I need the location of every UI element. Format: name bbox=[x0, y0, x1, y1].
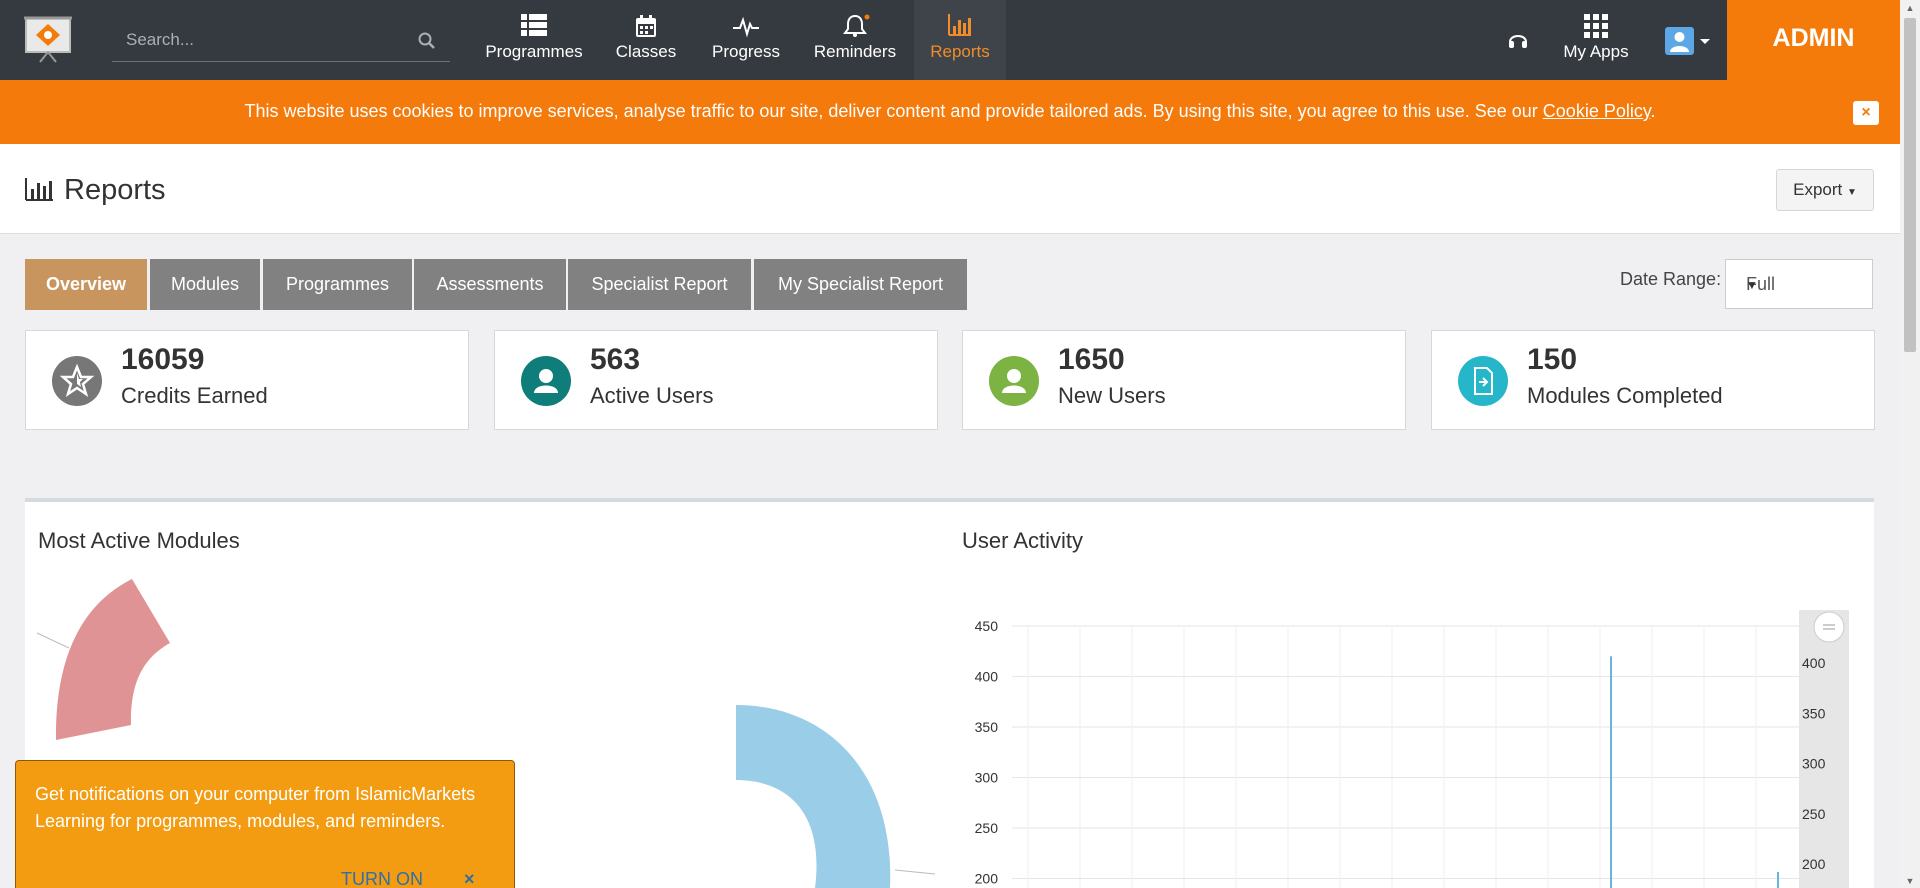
cookie-end: . bbox=[1650, 101, 1656, 121]
user-activity-chart: 450 400 350 300 250 200 400 350 300 250 200 bbox=[975, 610, 1849, 888]
export-button[interactable]: Export ▼ bbox=[1776, 169, 1874, 211]
navigator-tick-label: 350 bbox=[1802, 705, 1826, 721]
export-label: Export bbox=[1793, 180, 1843, 199]
slice-leader-line bbox=[894, 869, 936, 875]
scroll-down-icon[interactable]: ▼ bbox=[1905, 876, 1915, 886]
stat-label: New Users bbox=[1058, 383, 1166, 408]
search-input[interactable]: Search... bbox=[112, 20, 450, 62]
y-tick-label: 450 bbox=[975, 618, 999, 634]
apps-grid-icon bbox=[1556, 14, 1636, 38]
nav-programmes[interactable]: Programmes bbox=[476, 0, 592, 80]
search-icon[interactable] bbox=[418, 32, 436, 55]
star-badge-icon bbox=[52, 356, 102, 406]
cookie-policy-link[interactable]: Cookie Policy bbox=[1543, 101, 1651, 121]
nav-classes[interactable]: Classes bbox=[604, 0, 688, 80]
nav-label: My Apps bbox=[1563, 42, 1629, 61]
bar-chart-icon bbox=[914, 14, 1006, 38]
y-tick-label: 350 bbox=[975, 719, 999, 735]
tab-modules[interactable]: Modules bbox=[150, 259, 260, 310]
nav-label: Reminders bbox=[813, 42, 897, 61]
navigator-tick-label: 200 bbox=[1802, 856, 1826, 872]
tab-overview[interactable]: Overview bbox=[25, 259, 147, 310]
date-range-select[interactable]: Full ▼ bbox=[1725, 259, 1873, 309]
stat-value: 16059 bbox=[121, 343, 205, 376]
caret-down-icon: ▼ bbox=[1746, 278, 1758, 292]
pie-slice[interactable] bbox=[736, 705, 891, 888]
turn-on-button[interactable]: TURN ON bbox=[341, 869, 423, 888]
user-activity-title: User Activity bbox=[962, 528, 1084, 553]
document-icon bbox=[1458, 356, 1508, 406]
stat-card-new-users: 1650 New Users bbox=[962, 330, 1406, 430]
logo[interactable] bbox=[22, 14, 76, 64]
most-active-modules-title: Most Active Modules bbox=[38, 528, 240, 553]
cookie-close-button[interactable]: × bbox=[1853, 101, 1879, 125]
y-axis-ticks: 450 400 350 300 250 200 bbox=[975, 618, 999, 887]
bell-icon bbox=[810, 14, 900, 38]
headset-icon[interactable] bbox=[1506, 28, 1530, 57]
navigator-tick-label: 400 bbox=[1802, 655, 1826, 671]
list-icon bbox=[476, 14, 592, 38]
nav-label: Classes bbox=[615, 42, 677, 61]
user-icon bbox=[521, 356, 571, 406]
calendar-icon bbox=[604, 14, 688, 38]
scrollbar-thumb[interactable] bbox=[1904, 18, 1916, 352]
cookie-banner: This website uses cookies to improve ser… bbox=[0, 80, 1900, 144]
navigator-tick-label: 300 bbox=[1802, 756, 1826, 772]
scroll-up-icon[interactable]: ▲ bbox=[1905, 3, 1915, 13]
admin-button[interactable]: ADMIN bbox=[1727, 0, 1900, 80]
navigator-handle[interactable] bbox=[1813, 611, 1845, 643]
nav-progress[interactable]: Progress bbox=[704, 0, 788, 80]
y-tick-label: 400 bbox=[975, 669, 999, 685]
tab-programmes[interactable]: Programmes bbox=[263, 259, 412, 310]
stat-card-credits: 16059 Credits Earned bbox=[25, 330, 469, 430]
page-title: Reports bbox=[64, 174, 166, 206]
navigator-track[interactable] bbox=[1799, 610, 1849, 888]
page-header: Reports bbox=[0, 144, 1900, 234]
date-range-label: Date Range: bbox=[1620, 269, 1722, 289]
navigator-tick-label: 250 bbox=[1802, 806, 1826, 822]
notification-text: Get notifications on your computer from … bbox=[35, 784, 476, 831]
top-navbar: Search... Programmes Classes Progress Re… bbox=[0, 0, 1900, 80]
pie-slice[interactable] bbox=[55, 579, 170, 740]
tab-my-specialist-report[interactable]: My Specialist Report bbox=[754, 259, 967, 310]
stat-label: Modules Completed bbox=[1527, 383, 1723, 408]
nav-reports[interactable]: Reports bbox=[914, 0, 1006, 80]
y-tick-label: 200 bbox=[975, 871, 999, 887]
notification-popup: Get notifications on your computer from … bbox=[15, 760, 515, 888]
cookie-text: This website uses cookies to improve ser… bbox=[244, 101, 1543, 121]
stat-label: Credits Earned bbox=[121, 383, 268, 408]
nav-label: Reports bbox=[930, 42, 990, 61]
y-tick-label: 250 bbox=[975, 820, 999, 836]
y-tick-label: 300 bbox=[975, 770, 999, 786]
reports-icon bbox=[24, 178, 54, 207]
stat-value: 150 bbox=[1527, 343, 1578, 376]
avatar[interactable] bbox=[1664, 25, 1712, 62]
nav-reminders[interactable]: Reminders bbox=[810, 0, 900, 80]
cookie-message: This website uses cookies to improve ser… bbox=[0, 101, 1900, 122]
user-icon bbox=[989, 356, 1039, 406]
stat-card-modules-completed: 150 Modules Completed bbox=[1431, 330, 1875, 430]
nav-label: Programmes bbox=[485, 42, 583, 61]
stat-value: 563 bbox=[590, 343, 641, 376]
slice-leader-line bbox=[36, 632, 70, 649]
nav-label: Progress bbox=[711, 42, 781, 61]
my-apps-button[interactable]: My Apps bbox=[1556, 0, 1636, 80]
tab-assessments[interactable]: Assessments bbox=[414, 259, 566, 310]
stat-value: 1650 bbox=[1058, 343, 1125, 376]
search-placeholder: Search... bbox=[126, 30, 195, 49]
pulse-icon bbox=[704, 14, 788, 38]
tab-specialist-report[interactable]: Specialist Report bbox=[568, 259, 751, 310]
notification-close-button[interactable]: × bbox=[464, 869, 475, 888]
stat-card-active-users: 563 Active Users bbox=[494, 330, 938, 430]
stat-label: Active Users bbox=[590, 383, 714, 408]
chevron-down-icon: ▼ bbox=[1846, 187, 1857, 198]
chart-grid bbox=[1012, 625, 1809, 888]
